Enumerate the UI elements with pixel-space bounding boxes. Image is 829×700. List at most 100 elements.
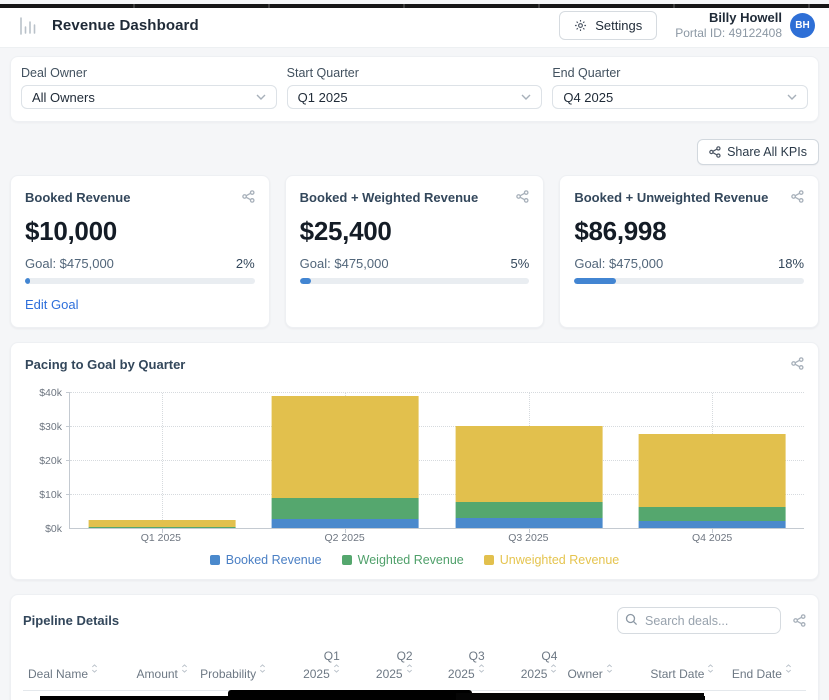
- avatar[interactable]: BH: [790, 13, 815, 38]
- filter-end-quarter: End Quarter Q4 2025: [552, 66, 808, 109]
- y-tick-label: $0k: [45, 523, 62, 535]
- screen-bottom-artifact: [228, 690, 472, 700]
- y-tick-mark: [66, 460, 70, 461]
- end-quarter-label: End Quarter: [552, 66, 808, 80]
- bar-segment-booked-revenue[interactable]: [272, 519, 419, 528]
- share-icon[interactable]: [516, 190, 529, 203]
- kpi-title: Booked + Unweighted Revenue: [574, 190, 768, 205]
- legend-label: Unweighted Revenue: [500, 553, 620, 567]
- legend-label: Booked Revenue: [226, 553, 322, 567]
- search-input[interactable]: [617, 607, 781, 634]
- bar-segment-weighted-revenue[interactable]: [272, 498, 419, 518]
- y-tick-label: $10k: [39, 489, 62, 501]
- share-icon[interactable]: [242, 190, 255, 203]
- column-header-start-date[interactable]: Start Date: [645, 643, 726, 691]
- column-header-probability[interactable]: Probability: [193, 643, 271, 691]
- settings-label: Settings: [595, 18, 642, 33]
- y-tick-label: $20k: [39, 455, 62, 467]
- app-header: Revenue Dashboard Settings Billy Howell …: [0, 4, 829, 48]
- column-header-end-date[interactable]: End Date: [727, 643, 806, 691]
- legend-item-unweighted-revenue[interactable]: Unweighted Revenue: [484, 553, 620, 567]
- bar-segment-booked-revenue[interactable]: [639, 521, 786, 528]
- bar-q2-2025[interactable]: [272, 396, 419, 528]
- table-cell: Jul 8, 2025: [727, 691, 806, 700]
- bar-chart-logo-icon: [16, 14, 40, 38]
- column-label: Start Date: [650, 667, 704, 681]
- gear-icon: [574, 19, 587, 32]
- share-icon[interactable]: [791, 357, 804, 370]
- kpi-card-booked: Booked Revenue $10,000 Goal: $475,000 2%…: [10, 175, 270, 328]
- y-tick-mark: [66, 392, 70, 393]
- bar-segment-unweighted-revenue[interactable]: [455, 426, 602, 502]
- column-label: Deal Name: [28, 667, 88, 681]
- bar-segment-booked-revenue[interactable]: [455, 518, 602, 528]
- chart-legend: Booked Revenue Weighted Revenue Unweighted…: [25, 553, 804, 567]
- kpi-progress-fill: [574, 278, 615, 284]
- x-tick-label: Q2 2025: [324, 532, 364, 544]
- share-all-kpis-button[interactable]: Share All KPIs: [697, 139, 819, 165]
- bar-q4-2025[interactable]: [639, 434, 786, 528]
- deal-owner-label: Deal Owner: [21, 66, 277, 80]
- column-label: End Date: [732, 667, 782, 681]
- deal-owner-select[interactable]: All Owners: [21, 85, 277, 109]
- settings-button[interactable]: Settings: [559, 11, 657, 40]
- x-tick-label: Q3 2025: [508, 532, 548, 544]
- share-icon[interactable]: [793, 614, 806, 627]
- y-tick-mark: [66, 494, 70, 495]
- legend-item-booked-revenue[interactable]: Booked Revenue: [210, 553, 322, 567]
- gridline: [70, 392, 804, 393]
- column-header-amount[interactable]: Amount: [111, 643, 193, 691]
- edit-goal-link[interactable]: Edit Goal: [25, 297, 78, 312]
- screen-bottom-artifact: [456, 693, 704, 700]
- filter-deal-owner: Deal Owner All Owners: [21, 66, 277, 109]
- start-quarter-label: Start Quarter: [287, 66, 543, 80]
- kpi-progress-track: [574, 278, 804, 284]
- search-icon: [625, 613, 638, 626]
- kpi-value: $25,400: [300, 216, 530, 247]
- column-header-q4-2025[interactable]: Q42025: [490, 643, 563, 691]
- column-header-owner[interactable]: Owner: [562, 643, 645, 691]
- y-tick-mark: [66, 426, 70, 427]
- kpi-progress-fill: [300, 278, 311, 284]
- page-title: Revenue Dashboard: [52, 17, 199, 34]
- bar-segment-unweighted-revenue[interactable]: [639, 434, 786, 507]
- column-header-q3-2025[interactable]: Q32025: [418, 643, 490, 691]
- bar-segment-weighted-revenue[interactable]: [639, 507, 786, 521]
- kpi-goal: Goal: $475,000: [25, 256, 114, 271]
- kpi-row: Booked Revenue $10,000 Goal: $475,000 2%…: [10, 175, 819, 328]
- filter-start-quarter: Start Quarter Q1 2025: [287, 66, 543, 109]
- screen-top-edge: [0, 4, 829, 8]
- chart-plot: [69, 393, 804, 529]
- share-icon[interactable]: [791, 190, 804, 203]
- kpi-title: Booked Revenue: [25, 190, 130, 205]
- column-header-q2-2025[interactable]: Q22025: [345, 643, 418, 691]
- start-quarter-select[interactable]: Q1 2025: [287, 85, 543, 109]
- legend-label: Weighted Revenue: [358, 553, 464, 567]
- legend-swatch: [342, 555, 352, 565]
- pipeline-title: Pipeline Details: [23, 613, 119, 628]
- chevron-down-icon: [521, 94, 531, 100]
- legend-item-weighted-revenue[interactable]: Weighted Revenue: [342, 553, 464, 567]
- end-quarter-select[interactable]: Q4 2025: [552, 85, 808, 109]
- column-header-q1-2025[interactable]: Q12025: [271, 643, 345, 691]
- share-icon: [709, 146, 721, 158]
- column-label: Owner: [567, 667, 602, 681]
- column-header-deal-name[interactable]: Deal Name: [23, 643, 111, 691]
- pacing-chart-card: Pacing to Goal by Quarter $0k$10k$20k$30…: [10, 342, 819, 580]
- y-tick-label: $40k: [39, 387, 62, 399]
- kpi-percent: 5%: [511, 256, 530, 271]
- bar-segment-unweighted-revenue[interactable]: [272, 396, 419, 498]
- deal-owner-value: All Owners: [32, 90, 95, 105]
- legend-swatch: [210, 555, 220, 565]
- bar-q3-2025[interactable]: [455, 426, 602, 528]
- user-block: Billy Howell Portal ID: 49122408: [675, 10, 782, 41]
- bar-segment-weighted-revenue[interactable]: [455, 502, 602, 518]
- start-quarter-value: Q1 2025: [298, 90, 348, 105]
- kpi-goal: Goal: $475,000: [574, 256, 663, 271]
- kpi-title: Booked + Weighted Revenue: [300, 190, 479, 205]
- kpi-percent: 2%: [236, 256, 255, 271]
- chart-y-axis: $0k$10k$20k$30k$40k: [25, 393, 69, 529]
- x-tick-label: Q1 2025: [141, 532, 181, 544]
- table-header-row: Deal Name AmountProbabilityQ12025Q22025Q3…: [23, 643, 806, 691]
- bar-q1-2025[interactable]: [88, 520, 235, 528]
